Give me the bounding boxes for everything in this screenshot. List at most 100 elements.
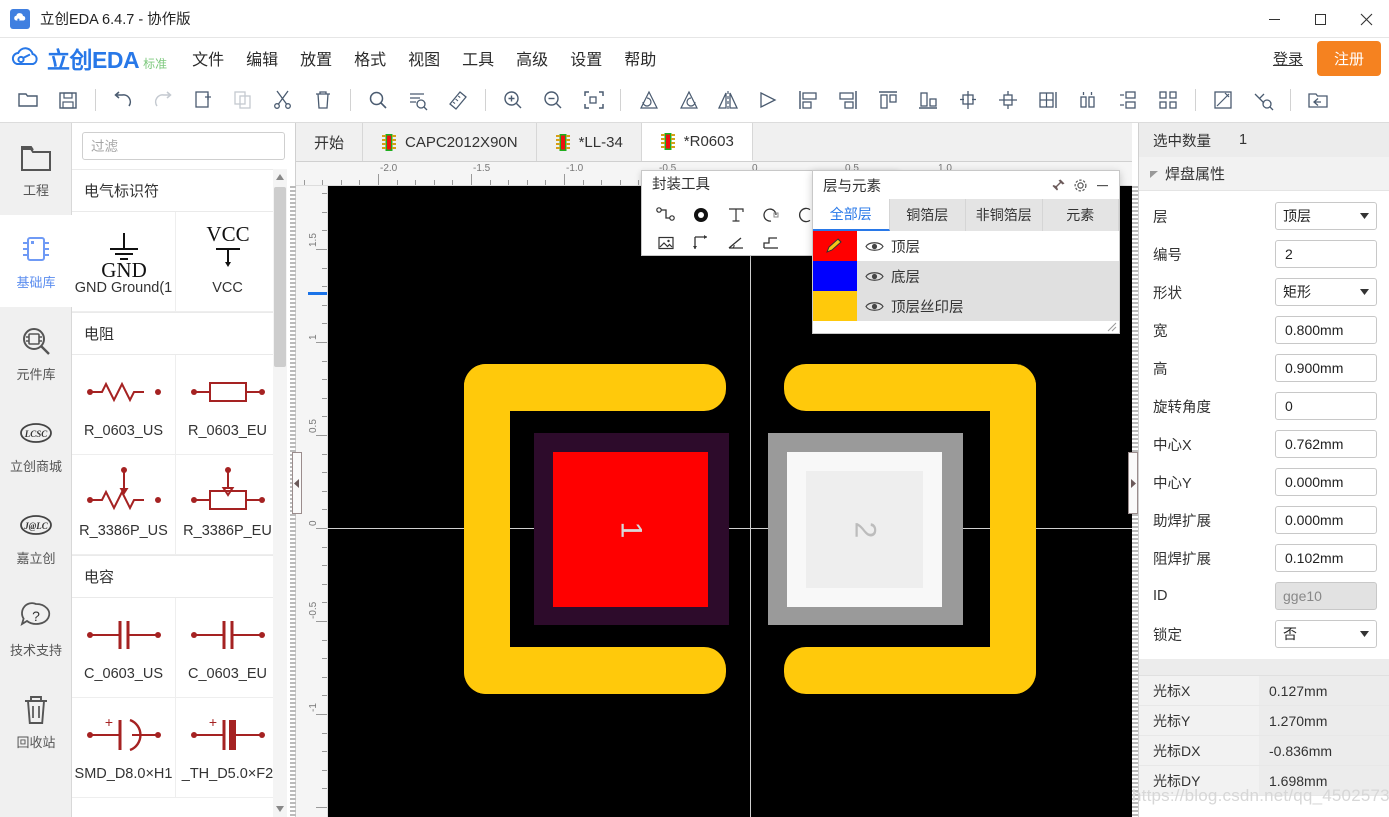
align-right-icon[interactable]	[831, 83, 865, 117]
layer-row-1[interactable]: 底层	[813, 261, 1119, 291]
library-item[interactable]: C_0603_US	[72, 598, 176, 698]
property-select-0[interactable]: 顶层	[1275, 202, 1377, 230]
property-input-8[interactable]	[1283, 511, 1369, 529]
property-input-4[interactable]	[1283, 359, 1369, 377]
pad-properties-section-header[interactable]: 焊盘属性	[1139, 157, 1389, 191]
cut-scissors-icon[interactable]	[266, 83, 300, 117]
eye-icon[interactable]	[857, 300, 891, 313]
library-item[interactable]: + _TH_D5.0×F2	[176, 698, 280, 798]
rail-item-2[interactable]: 元件库	[0, 307, 72, 399]
property-input-6[interactable]	[1283, 435, 1369, 453]
rail-item-1[interactable]: 基础库	[0, 215, 72, 307]
menu-item-3[interactable]: 格式	[343, 42, 397, 74]
search-icon[interactable]	[361, 83, 395, 117]
document-tab-0[interactable]: 开始	[296, 123, 364, 161]
menu-item-0[interactable]: 文件	[181, 42, 235, 74]
library-item[interactable]: VCC VCC	[176, 212, 280, 312]
menu-item-1[interactable]: 编辑	[235, 42, 289, 74]
scroll-up-icon[interactable]	[273, 169, 287, 185]
scroll-down-icon[interactable]	[273, 801, 287, 817]
rotate-left-icon[interactable]	[631, 83, 665, 117]
layers-panel[interactable]: 层与元素 全部层 铜箔层 非铜箔层 元素 顶层 底层 顶层丝印层	[812, 170, 1120, 334]
search-list-icon[interactable]	[401, 83, 435, 117]
step-icon[interactable]	[753, 229, 788, 257]
minimize-panel-icon[interactable]	[1091, 174, 1113, 196]
property-input-wrap-8[interactable]	[1275, 506, 1377, 534]
layer-row-0[interactable]: 顶层	[813, 231, 1119, 261]
login-link[interactable]: 登录	[1273, 48, 1303, 69]
property-input-wrap-3[interactable]	[1275, 316, 1377, 344]
property-input-wrap-1[interactable]	[1275, 240, 1377, 268]
library-item[interactable]: R_3386P_US	[72, 455, 176, 555]
pad-icon[interactable]	[683, 201, 718, 229]
align-bottom-icon[interactable]	[911, 83, 945, 117]
library-item[interactable]: C_0603_EU	[176, 598, 280, 698]
layers-tab-0[interactable]: 全部层	[813, 199, 890, 231]
rail-item-0[interactable]: 工程	[0, 123, 72, 215]
arc-icon[interactable]	[753, 201, 788, 229]
eye-icon[interactable]	[857, 240, 891, 253]
drc-check-icon[interactable]	[1206, 83, 1240, 117]
menu-item-4[interactable]: 视图	[397, 42, 451, 74]
document-tab-1[interactable]: CAPC2012X90N	[363, 123, 537, 161]
drc-search-icon[interactable]	[1246, 83, 1280, 117]
save-icon[interactable]	[51, 83, 85, 117]
property-input-wrap-7[interactable]	[1275, 468, 1377, 496]
right-panel-collapse-handle[interactable]	[1128, 452, 1138, 514]
gear-icon[interactable]	[1069, 174, 1091, 196]
layers-tab-3[interactable]: 元素	[1042, 199, 1119, 231]
rail-item-3[interactable]: LCSC 立创商城	[0, 399, 72, 491]
zoom-fit-icon[interactable]	[576, 83, 610, 117]
minimize-button[interactable]	[1251, 0, 1297, 38]
menu-item-8[interactable]: 帮助	[613, 42, 667, 74]
open-icon[interactable]	[11, 83, 45, 117]
library-item[interactable]: R_0603_US	[72, 355, 176, 455]
undo-icon[interactable]	[106, 83, 140, 117]
align-top-icon[interactable]	[871, 83, 905, 117]
copy-add-icon[interactable]	[186, 83, 220, 117]
layers-tab-1[interactable]: 铜箔层	[889, 199, 966, 231]
layer-color-swatch[interactable]	[813, 231, 857, 261]
align-center-vertical-icon[interactable]	[991, 83, 1025, 117]
flip-horizontal-icon[interactable]	[711, 83, 745, 117]
menu-item-2[interactable]: 放置	[289, 42, 343, 74]
property-input-wrap-4[interactable]	[1275, 354, 1377, 382]
library-item[interactable]: GND GND Ground(1	[72, 212, 176, 312]
text-icon[interactable]	[718, 201, 753, 229]
group-icon[interactable]	[1151, 83, 1185, 117]
rail-item-4[interactable]: J@LC 嘉立创	[0, 491, 72, 583]
rotate-right-icon[interactable]	[671, 83, 705, 117]
layer-color-swatch[interactable]	[813, 291, 857, 321]
distribute-vertical-icon[interactable]	[1111, 83, 1145, 117]
close-button[interactable]	[1343, 0, 1389, 38]
align-center-horizontal-icon[interactable]	[951, 83, 985, 117]
library-item[interactable]: + SMD_D8.0×H1	[72, 698, 176, 798]
property-input-5[interactable]	[1283, 397, 1369, 415]
library-scrollbar[interactable]	[273, 169, 287, 817]
menu-item-6[interactable]: 高级	[505, 42, 559, 74]
library-item[interactable]: R_0603_EU	[176, 355, 280, 455]
track-icon[interactable]	[648, 201, 683, 229]
align-left-icon[interactable]	[791, 83, 825, 117]
document-tab-3[interactable]: *R0603	[641, 123, 753, 161]
left-panel-collapse-handle[interactable]	[292, 452, 302, 514]
brand-logo[interactable]: 立创EDA 标准	[10, 41, 167, 75]
library-scrollbar-thumb[interactable]	[274, 187, 286, 367]
measure-ruler-icon[interactable]	[441, 83, 475, 117]
library-item[interactable]: R_3386P_EU	[176, 455, 280, 555]
register-button[interactable]: 注册	[1316, 40, 1381, 76]
property-input-9[interactable]	[1283, 549, 1369, 567]
property-input-wrap-9[interactable]	[1275, 544, 1377, 572]
zoom-out-icon[interactable]	[536, 83, 570, 117]
dimension-icon[interactable]	[683, 229, 718, 257]
layer-row-2[interactable]: 顶层丝印层	[813, 291, 1119, 321]
angle-icon[interactable]	[718, 229, 753, 257]
menu-item-7[interactable]: 设置	[559, 42, 613, 74]
menu-item-5[interactable]: 工具	[451, 42, 505, 74]
image-icon[interactable]	[648, 229, 683, 257]
eye-icon[interactable]	[857, 270, 891, 283]
rail-item-5[interactable]: ? 技术支持	[0, 583, 72, 675]
property-input-7[interactable]	[1283, 473, 1369, 491]
distribute-grid-icon[interactable]	[1031, 83, 1065, 117]
resize-grip-icon[interactable]	[1105, 319, 1117, 332]
